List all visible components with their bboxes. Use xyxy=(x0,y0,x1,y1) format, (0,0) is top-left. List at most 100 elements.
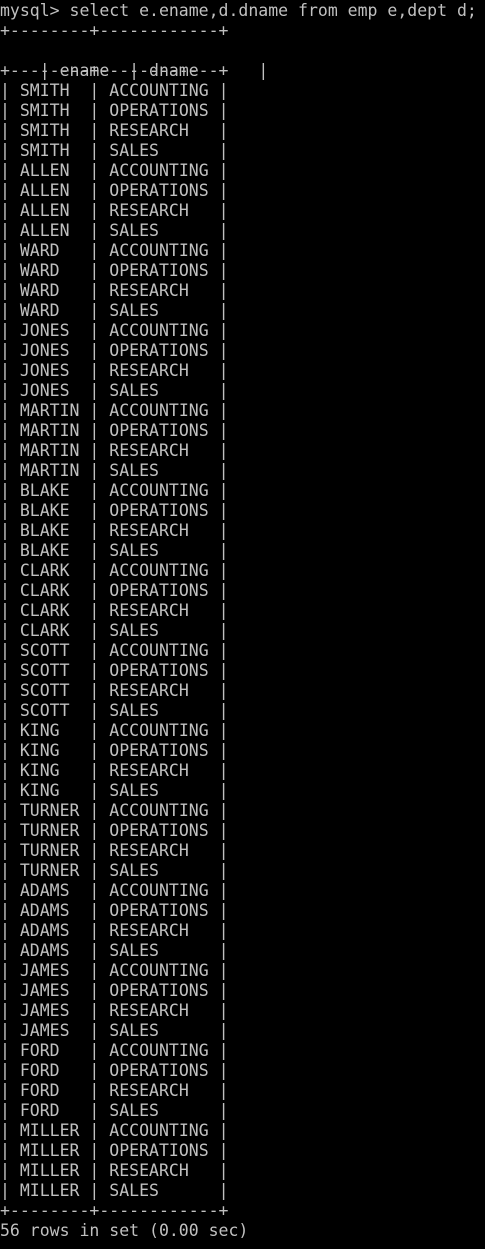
cell-dname: RESEARCH xyxy=(109,921,219,940)
cell-ename: MILLER xyxy=(19,1181,90,1200)
column-separator: | xyxy=(89,1081,110,1100)
table-row: | TURNER | SALES | xyxy=(0,861,229,881)
column-separator: | xyxy=(89,681,110,700)
table-row: | FORD | SALES | xyxy=(0,1101,229,1121)
table-row: | BLAKE | ACCOUNTING | xyxy=(0,481,229,501)
cell-ename: ALLEN xyxy=(19,221,90,240)
column-separator: | xyxy=(89,1101,110,1120)
column-separator: | xyxy=(89,661,110,680)
column-separator: | xyxy=(89,101,110,120)
column-separator: | xyxy=(0,941,20,960)
table-row: | SMITH | SALES | xyxy=(0,141,229,161)
column-separator: | xyxy=(89,241,110,260)
table-row: | ALLEN | RESEARCH | xyxy=(0,201,229,221)
cell-ename: CLARK xyxy=(19,621,90,640)
column-separator: | xyxy=(0,161,20,180)
cell-dname: SALES xyxy=(109,1101,219,1120)
cell-dname: OPERATIONS xyxy=(109,261,219,280)
table-row: | CLARK | OPERATIONS | xyxy=(0,581,229,601)
cell-dname: OPERATIONS xyxy=(109,581,219,600)
table-row: | SMITH | ACCOUNTING | xyxy=(0,81,229,101)
table-row: | SMITH | OPERATIONS | xyxy=(0,101,229,121)
table-row: | CLARK | RESEARCH | xyxy=(0,601,229,621)
column-separator: | xyxy=(89,961,110,980)
table-row: | FORD | RESEARCH | xyxy=(0,1081,229,1101)
cell-ename: ADAMS xyxy=(19,881,90,900)
column-separator: | xyxy=(89,301,110,320)
column-separator: | xyxy=(89,861,110,880)
column-separator: | xyxy=(89,441,110,460)
terminal-window[interactable]: mysql> select e.ename,d.dname from emp e… xyxy=(0,0,485,1249)
column-separator: | xyxy=(0,481,20,500)
column-separator: | xyxy=(218,961,229,980)
column-separator: | xyxy=(89,1041,110,1060)
column-separator: | xyxy=(218,581,229,600)
cell-ename: JONES xyxy=(19,321,90,340)
column-separator: | xyxy=(89,1061,110,1080)
table-row: | ALLEN | OPERATIONS | xyxy=(0,181,229,201)
column-separator: | xyxy=(0,841,20,860)
column-separator: | xyxy=(0,361,20,380)
cell-dname: ACCOUNTING xyxy=(109,81,219,100)
cell-ename: ALLEN xyxy=(19,161,90,180)
table-row: | MILLER | OPERATIONS | xyxy=(0,1141,229,1161)
cell-dname: OPERATIONS xyxy=(109,981,219,1000)
column-separator: | xyxy=(0,701,20,720)
cell-dname: RESEARCH xyxy=(109,361,219,380)
cell-ename: WARD xyxy=(19,301,90,320)
cell-ename: MILLER xyxy=(19,1121,90,1140)
column-separator: | xyxy=(89,841,110,860)
table-row: | JAMES | ACCOUNTING | xyxy=(0,961,229,981)
column-separator: | xyxy=(218,821,229,840)
cell-ename: MARTIN xyxy=(19,401,90,420)
column-separator: | xyxy=(89,481,110,500)
column-separator: | xyxy=(0,781,20,800)
column-separator: | xyxy=(89,901,110,920)
column-separator: | xyxy=(218,681,229,700)
column-separator: | xyxy=(0,421,20,440)
table-row: | ALLEN | SALES | xyxy=(0,221,229,241)
cell-dname: OPERATIONS xyxy=(109,181,219,200)
column-separator: | xyxy=(218,561,229,580)
column-separator: | xyxy=(89,581,110,600)
column-separator: | xyxy=(218,441,229,460)
column-separator: | xyxy=(89,981,110,1000)
column-separator: | xyxy=(89,361,110,380)
column-separator: | xyxy=(218,1081,229,1100)
table-row: | TURNER | RESEARCH | xyxy=(0,841,229,861)
column-separator: | xyxy=(89,881,110,900)
cell-dname: SALES xyxy=(109,221,219,240)
column-separator: | xyxy=(89,281,110,300)
table-row: | WARD | SALES | xyxy=(0,301,229,321)
column-separator: | xyxy=(89,1021,110,1040)
result-summary: 56 rows in set (0.00 sec) xyxy=(0,1221,249,1240)
cell-dname: ACCOUNTING xyxy=(109,1121,219,1140)
column-separator: | xyxy=(218,721,229,740)
column-separator: | xyxy=(218,281,229,300)
table-row: | MILLER | RESEARCH | xyxy=(0,1161,229,1181)
cell-ename: JAMES xyxy=(19,961,90,980)
column-separator: | xyxy=(0,881,20,900)
column-separator: | xyxy=(0,301,20,320)
cell-dname: RESEARCH xyxy=(109,1001,219,1020)
table-row: | ALLEN | ACCOUNTING | xyxy=(0,161,229,181)
column-separator: | xyxy=(89,721,110,740)
column-separator: | xyxy=(218,361,229,380)
column-separator: | xyxy=(218,1101,229,1120)
column-separator: | xyxy=(218,161,229,180)
column-separator: | xyxy=(0,581,20,600)
cell-dname: ACCOUNTING xyxy=(109,481,219,500)
column-separator: | xyxy=(0,801,20,820)
cell-dname: SALES xyxy=(109,141,219,160)
cell-dname: ACCOUNTING xyxy=(109,881,219,900)
cell-ename: SCOTT xyxy=(19,641,90,660)
cell-ename: ALLEN xyxy=(19,181,90,200)
cell-dname: ACCOUNTING xyxy=(109,161,219,180)
cell-dname: SALES xyxy=(109,541,219,560)
cell-ename: CLARK xyxy=(19,601,90,620)
cell-dname: ACCOUNTING xyxy=(109,401,219,420)
column-separator: | xyxy=(218,81,229,100)
column-separator: | xyxy=(218,401,229,420)
column-separator: | xyxy=(0,561,20,580)
column-separator: | xyxy=(0,901,20,920)
